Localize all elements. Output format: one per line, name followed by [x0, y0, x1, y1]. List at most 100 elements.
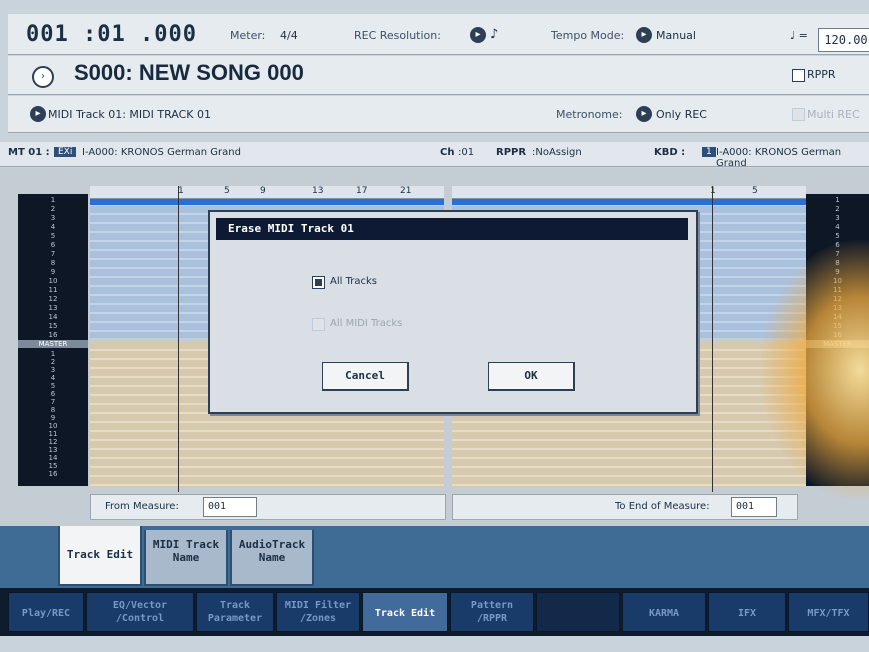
tab-label: Play/REC — [21, 608, 71, 619]
tab-pattern-rppr[interactable]: Pattern/RPPR — [450, 592, 534, 632]
kbd-badge: 1 — [702, 147, 716, 157]
track-number[interactable]: 9 — [18, 268, 88, 276]
track-number[interactable]: 11 — [18, 286, 88, 294]
measure-ruler-left: 1 5 9 13 17 21 — [90, 186, 444, 199]
audio-track-number[interactable]: 10 — [18, 422, 88, 430]
ok-button[interactable]: OK — [488, 362, 575, 391]
subtab-track-edit[interactable]: Track Edit — [58, 526, 142, 586]
track-number[interactable]: 5 — [806, 232, 869, 240]
audio-track-number[interactable]: 5 — [18, 382, 88, 390]
from-measure-panel: From Measure: 001 — [90, 494, 446, 520]
selected-track-bar-right — [452, 199, 806, 205]
song-select-popup-icon[interactable]: › — [32, 66, 54, 88]
metronome-popup-icon[interactable]: ▸ — [636, 106, 652, 122]
subtab-audio-track-name[interactable]: AudioTrack Name — [230, 530, 314, 586]
track-number[interactable]: 12 — [18, 295, 88, 303]
from-measure-field[interactable]: 001 — [203, 497, 257, 517]
track-info-bar: MT 01 : EXi I-A000: KRONOS German Grand … — [0, 142, 869, 169]
channel-value[interactable]: :01 — [458, 147, 474, 158]
audio-track-number[interactable]: 1 — [18, 350, 88, 358]
audio-track-number[interactable]: 11 — [18, 430, 88, 438]
track-number[interactable]: 3 — [806, 214, 869, 222]
track-number[interactable]: 5 — [18, 232, 88, 240]
tab-track-parameter[interactable]: Track Parameter — [196, 592, 274, 632]
metronome-label: Metronome: — [556, 108, 623, 121]
tab-blank[interactable] — [536, 592, 620, 632]
meter-value[interactable]: 4/4 — [280, 29, 298, 42]
subtab-label: AudioTrack — [238, 538, 306, 551]
audio-track-number[interactable]: 7 — [18, 398, 88, 406]
track-number[interactable]: 4 — [18, 223, 88, 231]
tempo-mode-label: Tempo Mode: — [551, 29, 625, 42]
master-track-label[interactable]: MASTER — [18, 340, 88, 348]
tab-track-edit[interactable]: Track Edit — [362, 592, 448, 632]
tempo-mode-value[interactable]: Manual — [656, 29, 696, 42]
ruler-tick: 5 — [752, 186, 758, 196]
track-number[interactable]: 13 — [18, 304, 88, 312]
to-measure-field[interactable]: 001 — [731, 497, 777, 517]
tab-eq-vector[interactable]: EQ/Vector/Control — [86, 592, 194, 632]
tab-label: Track Edit — [374, 608, 436, 619]
audio-track-number[interactable]: 14 — [18, 454, 88, 462]
track-number[interactable]: 8 — [18, 259, 88, 267]
tab-play-rec[interactable]: Play/REC — [8, 592, 84, 632]
audio-track-number[interactable]: 3 — [18, 366, 88, 374]
track-number[interactable]: 1 — [806, 196, 869, 204]
audio-track-number[interactable]: 6 — [18, 390, 88, 398]
to-marker-line[interactable] — [712, 186, 713, 492]
track-number-column-left: 1 2 3 4 5 6 7 8 9 10 11 12 13 14 15 16 M… — [18, 194, 88, 486]
from-marker-line[interactable] — [178, 186, 179, 492]
all-tracks-checkbox[interactable] — [312, 276, 325, 289]
subtab-midi-track-name[interactable]: MIDI Track Name — [144, 530, 228, 586]
multi-rec-checkbox[interactable] — [792, 108, 805, 121]
track-number[interactable]: 3 — [18, 214, 88, 222]
tab-midi-filter[interactable]: MIDI Filter/Zones — [276, 592, 360, 632]
metronome-value[interactable]: Only REC — [656, 108, 707, 121]
all-midi-tracks-label: All MIDI Tracks — [330, 318, 403, 329]
audio-track-number[interactable]: 9 — [18, 414, 88, 422]
from-measure-label: From Measure: — [105, 501, 179, 512]
track-number[interactable]: 15 — [18, 322, 88, 330]
song-position[interactable]: 001 :01 .000 — [26, 22, 197, 47]
ruler-tick: 17 — [356, 186, 368, 196]
main-tab-bar: Play/REC EQ/Vector/Control Track Paramete… — [0, 588, 869, 636]
ruler-tick: 5 — [224, 186, 230, 196]
track-number[interactable]: 7 — [18, 250, 88, 258]
tab-label: Parameter — [207, 613, 263, 624]
track-number[interactable]: 6 — [18, 241, 88, 249]
audio-track-number[interactable]: 16 — [18, 470, 88, 478]
rec-resolution-value[interactable]: ♪ — [490, 27, 498, 42]
track-number[interactable]: 10 — [18, 277, 88, 285]
rppr-checkbox[interactable] — [792, 69, 805, 82]
audio-track-number[interactable]: 13 — [18, 446, 88, 454]
tempo-field[interactable]: 120.00 — [818, 28, 869, 52]
measure-ruler-right: 1 5 — [452, 186, 806, 199]
tempo-mode-popup-icon[interactable]: ▸ — [636, 27, 652, 43]
cancel-button[interactable]: Cancel — [322, 362, 409, 391]
track-number[interactable]: 1 — [18, 196, 88, 204]
audio-track-number[interactable]: 4 — [18, 374, 88, 382]
track-number[interactable]: 14 — [18, 313, 88, 321]
track-number[interactable]: 2 — [18, 205, 88, 213]
track-number[interactable]: 4 — [806, 223, 869, 231]
audio-track-number[interactable]: 2 — [18, 358, 88, 366]
audio-track-number[interactable]: 8 — [18, 406, 88, 414]
program-name[interactable]: I-A000: KRONOS German Grand — [82, 147, 241, 158]
audio-track-number[interactable]: 12 — [18, 438, 88, 446]
tab-mfx-tfx[interactable]: MFX/TFX — [788, 592, 869, 632]
multi-rec-label: Multi REC — [807, 108, 860, 121]
song-row: › S000: NEW SONG 000 RPPR — [8, 56, 869, 95]
track-select-label[interactable]: MIDI Track 01: MIDI TRACK 01 — [48, 108, 211, 121]
track-number[interactable]: 16 — [18, 331, 88, 339]
tab-karma[interactable]: KARMA — [622, 592, 706, 632]
rppr-assign-value[interactable]: :NoAssign — [532, 147, 582, 158]
all-midi-tracks-checkbox[interactable] — [312, 318, 325, 331]
tab-ifx[interactable]: IFX — [708, 592, 786, 632]
tab-label: /Control — [115, 613, 165, 624]
to-measure-label: To End of Measure: — [615, 501, 710, 512]
audio-track-number[interactable]: 15 — [18, 462, 88, 470]
rec-resolution-popup-icon[interactable]: ▸ — [470, 27, 486, 43]
track-number[interactable]: 2 — [806, 205, 869, 213]
subtab-label: Name — [258, 551, 286, 564]
track-select-popup-icon[interactable]: ▸ — [30, 106, 46, 122]
